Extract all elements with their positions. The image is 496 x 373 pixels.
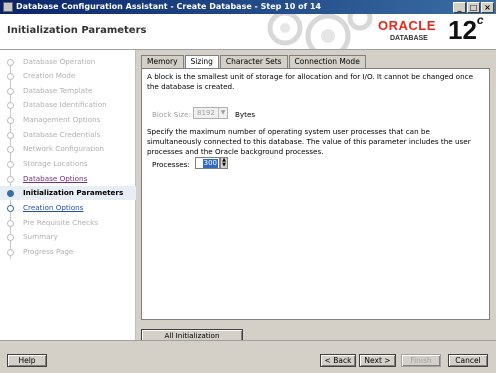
database-label: DATABASE [390,35,428,42]
processes-description: Specify the maximum number of operating … [147,127,471,156]
step-circle-icon [7,73,14,80]
step-circle-icon [7,161,14,168]
processes-input[interactable]: 300 [195,157,220,169]
header-banner: Initialization Parameters ORACLE DATABAS… [0,14,496,50]
block-size-unit: Bytes [235,110,256,119]
tab-memory[interactable]: Memory [141,55,184,68]
spin-down-icon[interactable]: ▼ [221,163,227,168]
step-circle-icon [7,146,14,153]
block-size-description: A block is the smallest unit of storage … [147,72,473,91]
block-size-select: 8192 ▼ [193,107,228,119]
step-database-template: Database Template [0,84,136,98]
step-summary: Summary [0,230,136,244]
step-creation-options[interactable]: Creation Options [0,201,136,215]
step-management-options: Management Options [0,113,136,127]
step-storage-locations: Storage Locations [0,157,136,171]
step-circle-icon [7,220,14,227]
step-circle-icon [7,117,14,124]
tab-connection-mode[interactable]: Connection Mode [288,55,366,68]
step-circle-icon [7,234,14,241]
step-database-credentials: Database Credentials [0,128,136,142]
maximize-icon[interactable]: □ [467,2,480,13]
finish-button: Finish [401,354,441,367]
window-title: Database Configuration Assistant - Creat… [16,2,321,11]
help-button[interactable]: Help [7,354,47,367]
version-logo: 12c [448,14,484,46]
step-prerequisite-checks: Pre Requisite Checks [0,216,136,230]
processes-label: Processes: [152,160,190,169]
step-circle-icon [7,102,14,109]
step-circle-icon [7,176,14,183]
version-suffix: c [476,14,484,27]
gears-icon [267,14,373,49]
step-navigation: Database Operation Creation Mode Databas… [0,50,136,340]
app-icon [3,2,13,12]
sizing-panel: A block is the smallest unit of storage … [141,68,490,320]
step-current-icon [7,190,14,197]
step-circle-icon [7,132,14,139]
step-database-operation: Database Operation [0,55,136,69]
window-controls: _ □ × [453,2,494,13]
page-title: Initialization Parameters [7,25,147,36]
step-database-options[interactable]: Database Options [0,172,136,186]
minimize-icon[interactable]: _ [453,2,466,13]
block-size-value: 8192 [197,109,215,117]
next-button[interactable]: Next > [359,354,396,367]
back-button[interactable]: < Back [320,354,356,367]
step-circle-icon [7,249,14,256]
processes-value: 300 [202,159,218,168]
close-icon[interactable]: × [481,2,494,13]
tab-bar: Memory Sizing Character Sets Connection … [141,55,367,69]
block-size-label: Block Size: [152,110,191,119]
step-circle-icon [7,59,14,66]
step-circle-icon [7,205,14,212]
tab-sizing[interactable]: Sizing [184,55,219,69]
oracle-logo: ORACLE DATABASE [374,17,446,47]
step-initialization-parameters[interactable]: Initialization Parameters [0,186,136,200]
tab-character-sets[interactable]: Character Sets [219,55,288,68]
processes-spinner[interactable]: ▲ ▼ [220,157,228,169]
step-network-configuration: Network Configuration [0,142,136,156]
step-progress-page: Progress Page [0,245,136,259]
oracle-wordmark: ORACLE [378,18,436,33]
title-bar: Database Configuration Assistant - Creat… [0,0,496,14]
step-circle-icon [7,88,14,95]
chevron-down-icon: ▼ [218,108,227,118]
step-database-identification: Database Identification [0,98,136,112]
step-creation-mode: Creation Mode [0,69,136,83]
version-number: 12 [448,15,477,45]
cancel-button[interactable]: Cancel [448,354,488,367]
main-content: Memory Sizing Character Sets Connection … [137,50,496,351]
button-bar: Help < Back Next > Finish Cancel [0,340,496,373]
